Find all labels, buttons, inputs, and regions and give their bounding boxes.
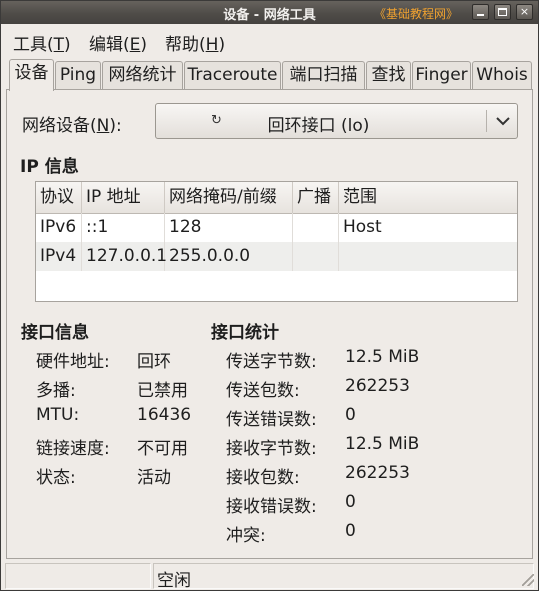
- network-device-label: 网络设备(N):: [22, 111, 122, 136]
- chevron-down-icon: [496, 117, 510, 126]
- column-header-netmask[interactable]: 网络掩码/前缀: [165, 182, 293, 213]
- tab-ping[interactable]: Ping: [55, 61, 101, 89]
- column-header-scope[interactable]: 范围: [339, 182, 517, 213]
- cell-broadcast: [293, 242, 339, 271]
- cell-netmask: 128: [165, 213, 293, 242]
- menu-help-tail: ): [218, 35, 226, 55]
- minimize-icon: [477, 14, 484, 16]
- menu-help-mnemonic: H: [205, 35, 219, 55]
- ip-info-table[interactable]: 协议 IP 地址 网络掩码/前缀 广播 范围 IPv6 ::1 128 Host…: [35, 181, 518, 302]
- tx-packets-value: 262253: [345, 376, 410, 396]
- rx-packets-value: 262253: [345, 463, 410, 483]
- cell-netmask: 255.0.0.0: [165, 242, 293, 271]
- statusbar-progress-cell: [5, 563, 151, 589]
- link-speed-value: 不可用: [137, 439, 188, 459]
- menu-edit-tail: ): [140, 35, 148, 55]
- interface-info-title: 接口信息: [21, 323, 89, 343]
- table-row[interactable]: IPv6 ::1 128 Host: [36, 213, 517, 242]
- tab-lookup[interactable]: 查找: [366, 61, 411, 89]
- tx-errors-label: 传送错误数:: [226, 410, 317, 430]
- column-header-broadcast[interactable]: 广播: [293, 182, 339, 213]
- maximize-button[interactable]: [494, 4, 511, 20]
- title-bar[interactable]: 设备 - 网络工具 《基础教程网》 ×: [1, 1, 538, 24]
- maximize-icon: [498, 8, 507, 16]
- link-speed-label: 链接速度:: [36, 439, 110, 459]
- network-device-label-suffix: ):: [109, 116, 122, 136]
- watermark-text: 《基础教程网》: [373, 7, 458, 21]
- tab-netstat[interactable]: 网络统计: [102, 61, 183, 89]
- rx-errors-value: 0: [345, 492, 356, 512]
- tab-devices[interactable]: 设备: [9, 59, 54, 91]
- menu-help-label: 帮助(: [165, 35, 206, 55]
- network-device-value: 回环接口 (lo): [267, 116, 370, 136]
- app-window: 设备 - 网络工具 《基础教程网》 × 工具(T) 编辑(E) 帮助(H) 设备…: [0, 0, 539, 591]
- collisions-value: 0: [345, 521, 356, 541]
- rx-packets-label: 接收包数:: [226, 468, 300, 488]
- minimize-button[interactable]: [472, 4, 489, 20]
- state-label: 状态:: [36, 468, 76, 488]
- menu-edit-label: 编辑(: [89, 35, 130, 55]
- rx-errors-label: 接收错误数:: [226, 497, 317, 517]
- column-header-ip-address[interactable]: IP 地址: [82, 182, 165, 213]
- ip-info-title: IP 信息: [20, 157, 79, 177]
- tx-bytes-value: 12.5 MiB: [345, 347, 420, 367]
- network-device-label-prefix: 网络设备(: [22, 116, 97, 136]
- tab-whois[interactable]: Whois: [472, 61, 532, 89]
- network-device-select[interactable]: ↻ 回环接口 (lo): [155, 103, 518, 139]
- menu-tools[interactable]: 工具(T): [13, 30, 71, 55]
- interface-stats-title: 接口统计: [211, 323, 279, 343]
- table-header: 协议 IP 地址 网络掩码/前缀 广播 范围: [36, 182, 517, 214]
- multicast-value: 已禁用: [137, 381, 188, 401]
- cell-ip-address: 127.0.0.1: [82, 242, 167, 271]
- tab-traceroute[interactable]: Traceroute: [184, 61, 281, 89]
- menu-tools-tail: ): [64, 35, 71, 55]
- tx-packets-label: 传送包数:: [226, 381, 300, 401]
- tx-errors-value: 0: [345, 405, 356, 425]
- rx-bytes-label: 接收字节数:: [226, 439, 317, 459]
- state-value: 活动: [137, 468, 171, 488]
- collisions-label: 冲突:: [226, 526, 266, 546]
- close-icon: ×: [519, 5, 530, 18]
- cell-broadcast: [293, 213, 339, 242]
- combo-separator: [486, 110, 487, 132]
- mtu-value: 16436: [137, 405, 192, 425]
- tab-port-scan[interactable]: 端口扫描: [282, 61, 365, 89]
- resize-grip-icon[interactable]: [522, 574, 534, 586]
- close-button[interactable]: ×: [516, 4, 533, 20]
- cell-protocol: IPv4: [36, 242, 82, 271]
- table-row[interactable]: IPv4 127.0.0.1 255.0.0.0: [36, 242, 517, 271]
- cell-scope: Host: [343, 217, 382, 237]
- multicast-label: 多播:: [36, 381, 76, 401]
- menu-edit-mnemonic: E: [129, 35, 141, 55]
- status-text: 空闲: [157, 571, 191, 591]
- cell-scope: [339, 242, 517, 271]
- mtu-label: MTU:: [36, 405, 80, 425]
- hw-address-value: 回环: [137, 352, 171, 372]
- column-header-protocol[interactable]: 协议: [36, 182, 82, 213]
- statusbar-message-cell: [153, 563, 534, 589]
- network-device-label-mnemonic: N: [96, 116, 110, 136]
- menu-help[interactable]: 帮助(H): [165, 30, 225, 55]
- menu-edit[interactable]: 编辑(E): [89, 30, 147, 55]
- menu-bar: 工具(T) 编辑(E) 帮助(H): [1, 24, 538, 56]
- menu-tools-mnemonic: T: [53, 35, 65, 55]
- tab-finger[interactable]: Finger: [412, 61, 471, 89]
- menu-tools-label: 工具(: [13, 35, 54, 55]
- tx-bytes-label: 传送字节数:: [226, 352, 317, 372]
- cell-ip-address: ::1: [82, 213, 165, 242]
- rx-bytes-value: 12.5 MiB: [345, 434, 420, 454]
- cell-protocol: IPv6: [36, 213, 82, 242]
- hw-address-label: 硬件地址:: [36, 352, 110, 372]
